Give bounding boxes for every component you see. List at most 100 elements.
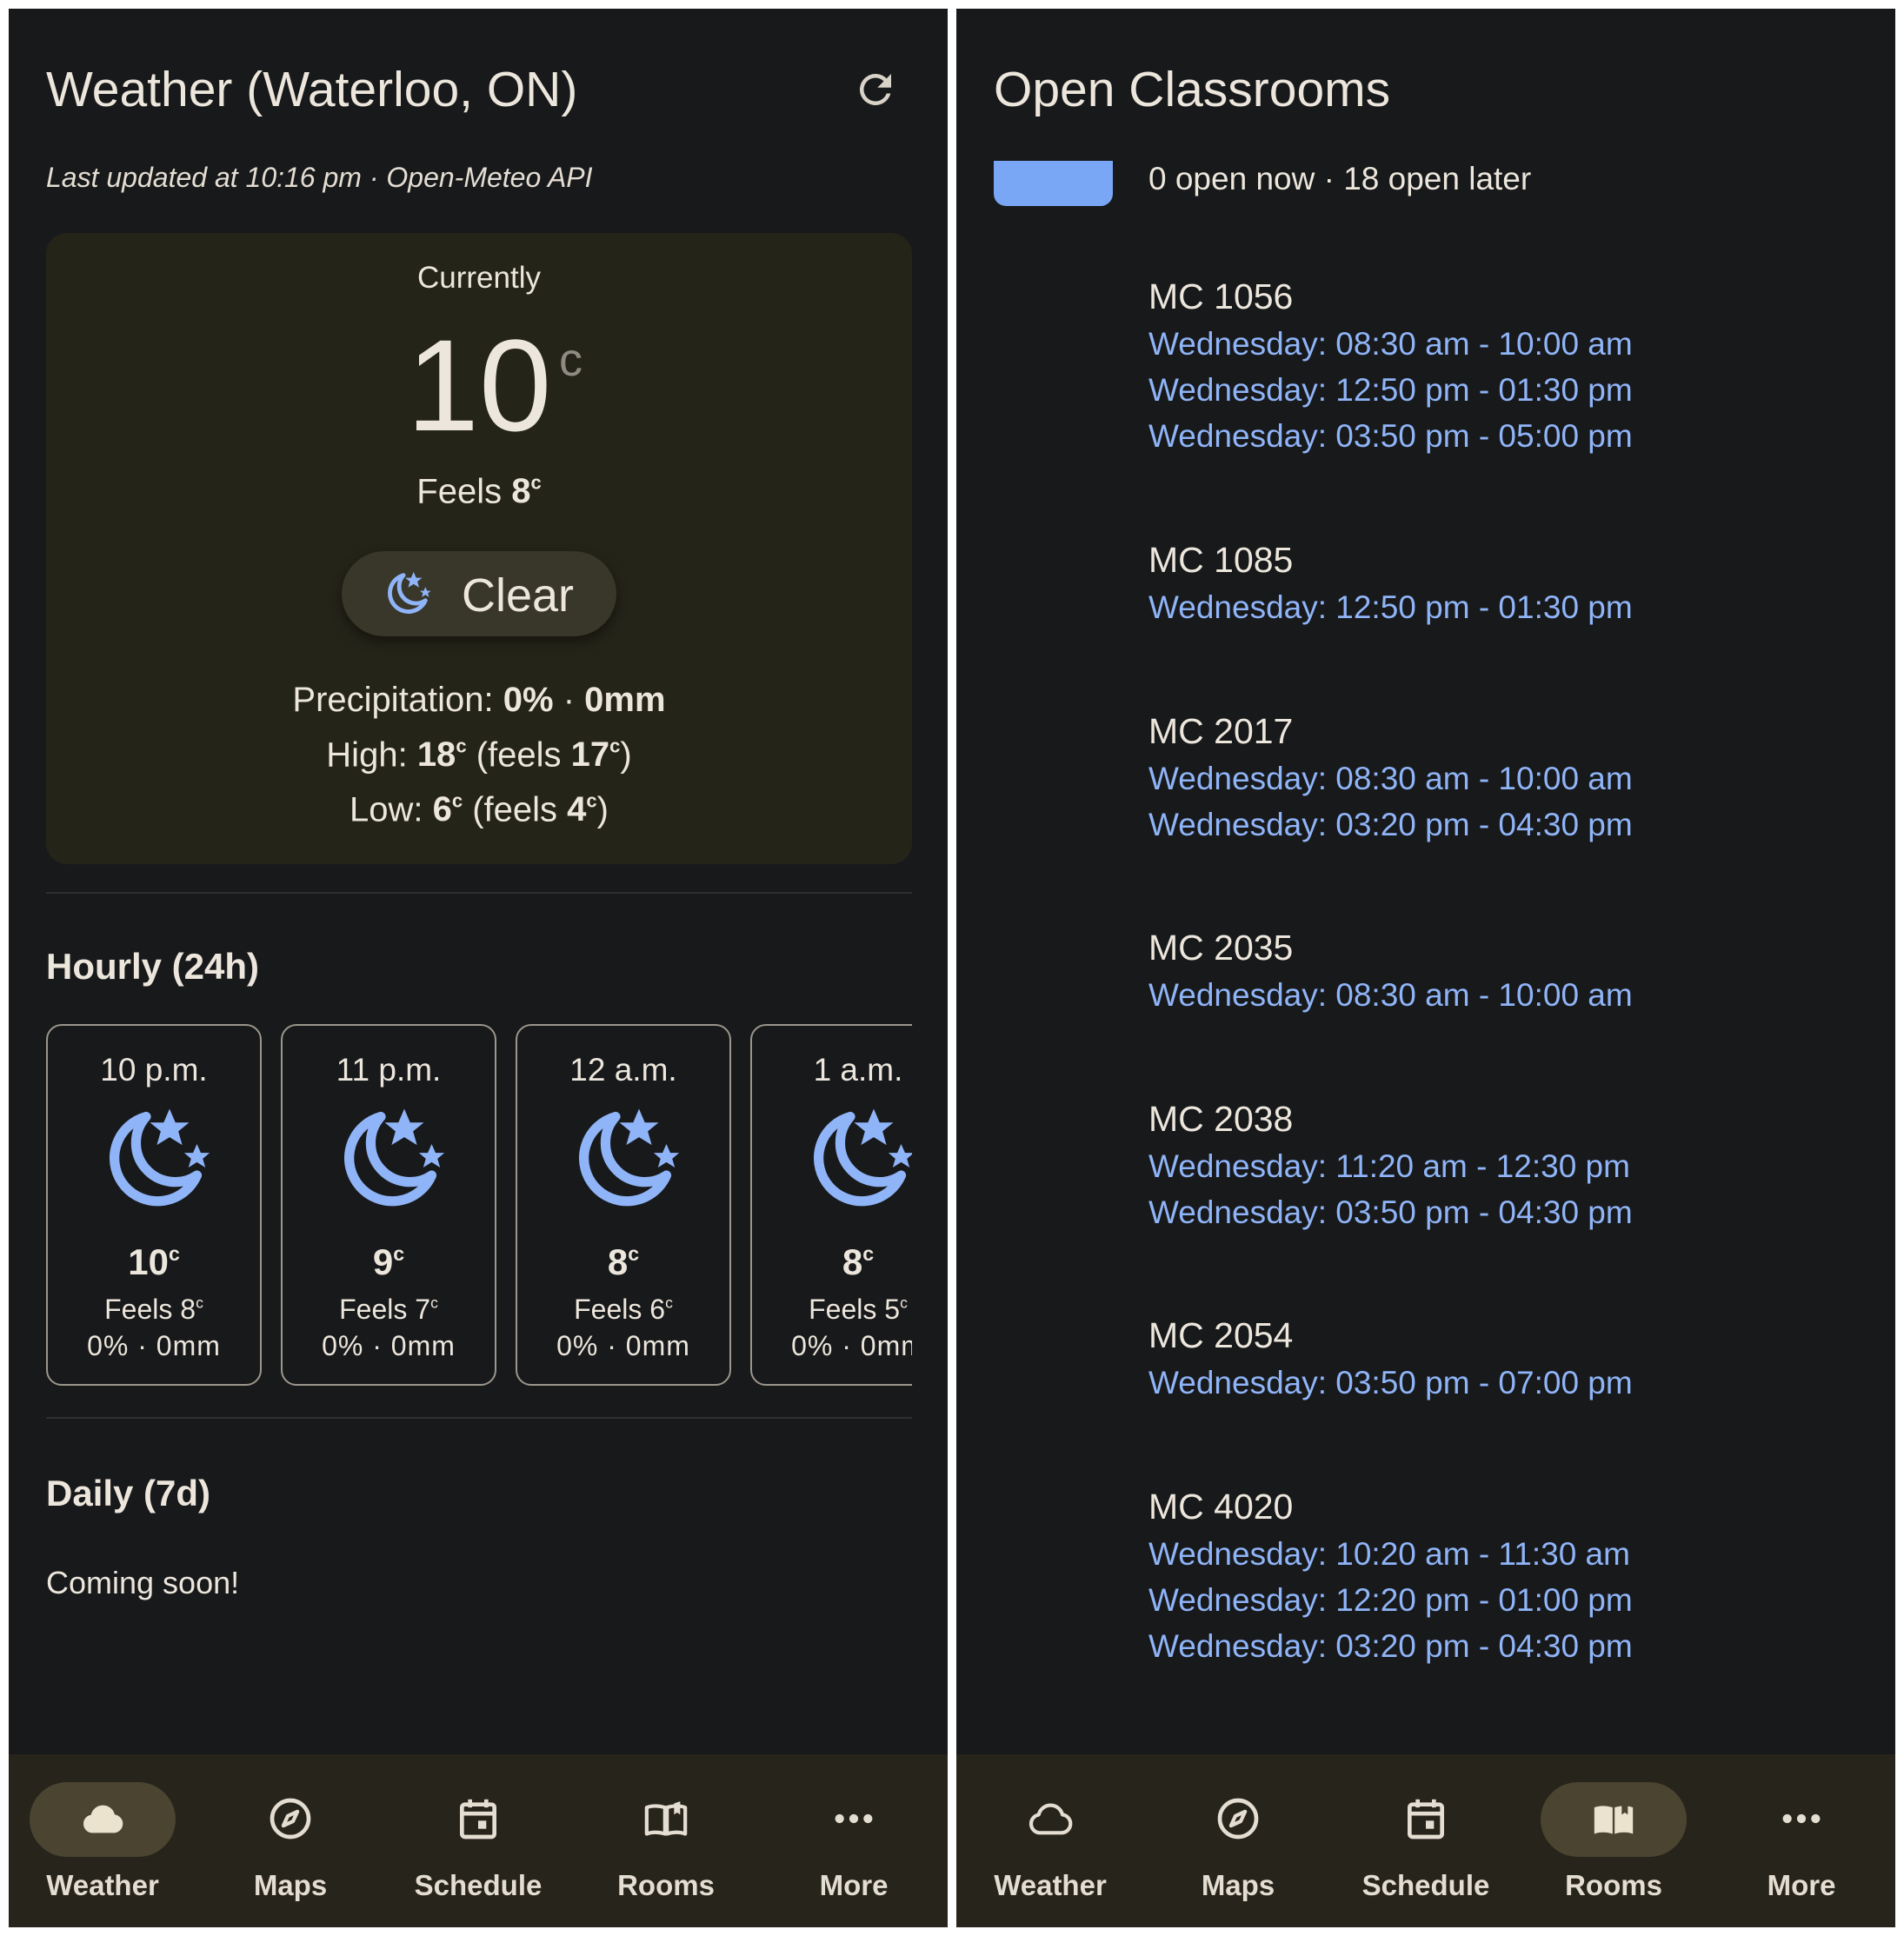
room-item[interactable]: MC 1085 Wednesday: 12:50 pm - 01:30 pm bbox=[1148, 536, 1633, 630]
nav-item-more[interactable]: More bbox=[760, 1754, 948, 1927]
room-item[interactable]: MC 2017 Wednesday: 08:30 am - 10:00 am W… bbox=[1148, 707, 1633, 848]
hour-time: 12 a.m. bbox=[569, 1052, 677, 1088]
hourly-scroller[interactable]: 10 p.m. 10c Feels 8c 0% · 0mm 11 p.m. 9c… bbox=[46, 1024, 912, 1389]
filter-tab[interactable] bbox=[994, 161, 1113, 206]
page-title: Open Classrooms bbox=[994, 62, 1391, 117]
room-name: MC 1056 bbox=[1148, 276, 1294, 316]
moon-stars-icon bbox=[388, 571, 431, 614]
nav-label: Schedule bbox=[414, 1869, 543, 1901]
hour-feels: Feels 6c bbox=[574, 1294, 673, 1325]
hour-temp: 10c bbox=[128, 1241, 180, 1282]
room-slot: Wednesday: 03:50 pm - 05:00 pm bbox=[1148, 418, 1633, 454]
nav-item-more[interactable]: More bbox=[1708, 1754, 1895, 1927]
nav-label: Weather bbox=[46, 1869, 159, 1901]
nav-label: Rooms bbox=[1565, 1869, 1662, 1901]
more-dots-icon bbox=[1782, 1813, 1821, 1824]
room-slot: Wednesday: 03:50 pm - 04:30 pm bbox=[1148, 1194, 1633, 1230]
divider bbox=[46, 1417, 912, 1419]
room-slot: Wednesday: 08:30 am - 10:00 am bbox=[1148, 977, 1633, 1013]
current-temperature: 10 bbox=[406, 312, 552, 458]
room-name: MC 2038 bbox=[1148, 1099, 1294, 1139]
room-slot: Wednesday: 03:50 pm - 07:00 pm bbox=[1148, 1365, 1633, 1400]
hour-time: 1 a.m. bbox=[813, 1052, 903, 1088]
bottom-navigation: Weather Maps Schedule Rooms More bbox=[956, 1754, 1895, 1927]
room-name: MC 2035 bbox=[1148, 928, 1294, 968]
room-slot: Wednesday: 12:20 pm - 01:00 pm bbox=[1148, 1582, 1633, 1618]
hour-time: 10 p.m. bbox=[100, 1052, 208, 1088]
nav-item-weather[interactable]: Weather bbox=[9, 1754, 196, 1927]
temperature-unit: c bbox=[559, 334, 583, 386]
room-name: MC 2017 bbox=[1148, 711, 1294, 751]
hour-feels: Feels 8c bbox=[104, 1294, 203, 1325]
nav-item-schedule[interactable]: Schedule bbox=[1332, 1754, 1520, 1927]
nav-label: Schedule bbox=[1361, 1869, 1490, 1901]
condition-text: Clear bbox=[462, 569, 575, 622]
hourly-card[interactable]: 11 p.m. 9c Feels 7c 0% · 0mm bbox=[281, 1024, 496, 1386]
room-item[interactable]: MC 4020 Wednesday: 10:20 am - 11:30 am W… bbox=[1148, 1482, 1633, 1669]
room-slot: Wednesday: 11:20 am - 12:30 pm bbox=[1148, 1148, 1630, 1184]
rooms-summary: 0 open now · 18 open later bbox=[1148, 161, 1532, 196]
hourly-heading: Hourly (24h) bbox=[46, 946, 260, 987]
hour-precip: 0% · 0mm bbox=[87, 1330, 221, 1361]
room-item[interactable]: MC 1056 Wednesday: 08:30 am - 10:00 am W… bbox=[1148, 272, 1633, 459]
room-name: MC 4020 bbox=[1148, 1487, 1294, 1527]
room-slot: Wednesday: 03:20 pm - 04:30 pm bbox=[1148, 807, 1633, 842]
hour-temp: 8c bbox=[607, 1241, 640, 1282]
book-icon bbox=[1594, 1801, 1634, 1834]
high-line: High: 18c (feels 17c) bbox=[326, 735, 632, 775]
compass-icon bbox=[270, 1798, 311, 1840]
moon-stars-icon bbox=[579, 1108, 680, 1207]
room-item[interactable]: MC 2035 Wednesday: 08:30 am - 10:00 am bbox=[1148, 923, 1633, 1018]
nav-item-maps[interactable]: Maps bbox=[196, 1754, 384, 1927]
hourly-card[interactable]: 12 a.m. 8c Feels 6c 0% · 0mm bbox=[516, 1024, 731, 1386]
room-name: MC 2054 bbox=[1148, 1315, 1294, 1355]
nav-label: Weather bbox=[994, 1869, 1107, 1901]
room-name: MC 1085 bbox=[1148, 540, 1294, 580]
weather-screen: Weather (Waterloo, ON) Last updated at 1… bbox=[9, 9, 948, 1927]
nav-item-weather[interactable]: Weather bbox=[956, 1754, 1144, 1927]
nav-item-schedule[interactable]: Schedule bbox=[384, 1754, 572, 1927]
last-updated-text: Last updated at 10:16 pm · Open-Meteo AP… bbox=[46, 162, 593, 193]
daily-heading: Daily (7d) bbox=[46, 1473, 211, 1514]
cloud-icon bbox=[1029, 1803, 1073, 1835]
room-slot: Wednesday: 12:50 pm - 01:30 pm bbox=[1148, 589, 1633, 625]
nav-item-rooms[interactable]: Rooms bbox=[572, 1754, 760, 1927]
room-slot: Wednesday: 12:50 pm - 01:30 pm bbox=[1148, 372, 1633, 408]
divider bbox=[46, 892, 912, 894]
compass-icon bbox=[1217, 1798, 1259, 1840]
room-slot: Wednesday: 08:30 am - 10:00 am bbox=[1148, 326, 1633, 362]
nav-item-maps[interactable]: Maps bbox=[1144, 1754, 1332, 1927]
bottom-navigation: Weather Maps Schedule Rooms More bbox=[9, 1754, 948, 1927]
nav-label: Maps bbox=[253, 1869, 328, 1901]
hour-precip: 0% · 0mm bbox=[791, 1330, 912, 1361]
refresh-icon[interactable] bbox=[852, 66, 899, 113]
hour-time: 11 p.m. bbox=[336, 1052, 442, 1088]
nav-item-rooms[interactable]: Rooms bbox=[1520, 1754, 1708, 1927]
rooms-screen: Open Classrooms 0 open now · 18 open lat… bbox=[956, 9, 1895, 1927]
nav-label: More bbox=[1767, 1869, 1836, 1901]
condition-chip: Clear bbox=[342, 551, 616, 636]
precipitation-line: Precipitation: 0% · 0mm bbox=[292, 681, 666, 719]
calendar-icon bbox=[1408, 1799, 1444, 1840]
moon-stars-icon bbox=[814, 1108, 912, 1207]
daily-placeholder-text: Coming soon! bbox=[46, 1565, 240, 1600]
low-line: Low: 6c (feels 4c) bbox=[349, 790, 609, 829]
cloud-icon bbox=[83, 1805, 123, 1833]
nav-label: More bbox=[819, 1869, 889, 1901]
hourly-card[interactable]: 1 a.m. 8c Feels 5c 0% · 0mm bbox=[750, 1024, 912, 1386]
hour-feels: Feels 5c bbox=[809, 1294, 908, 1325]
room-item[interactable]: MC 2054 Wednesday: 03:50 pm - 07:00 pm bbox=[1148, 1311, 1633, 1406]
current-weather-card: Currently 10 c Feels 8c Clear Precipitat… bbox=[46, 233, 912, 864]
room-item[interactable]: MC 2038 Wednesday: 11:20 am - 12:30 pm W… bbox=[1148, 1094, 1633, 1235]
room-slot: Wednesday: 10:20 am - 11:30 am bbox=[1148, 1536, 1630, 1572]
hourly-card[interactable]: 10 p.m. 10c Feels 8c 0% · 0mm bbox=[46, 1024, 262, 1386]
moon-stars-icon bbox=[344, 1108, 445, 1207]
room-slot: Wednesday: 08:30 am - 10:00 am bbox=[1148, 761, 1633, 796]
book-icon bbox=[644, 1801, 688, 1836]
room-slot: Wednesday: 03:20 pm - 04:30 pm bbox=[1148, 1628, 1633, 1664]
hour-precip: 0% · 0mm bbox=[322, 1330, 456, 1361]
page-title: Weather (Waterloo, ON) bbox=[46, 62, 578, 117]
calendar-icon bbox=[460, 1799, 496, 1840]
moon-stars-icon bbox=[110, 1108, 210, 1207]
hour-feels: Feels 7c bbox=[339, 1294, 438, 1325]
